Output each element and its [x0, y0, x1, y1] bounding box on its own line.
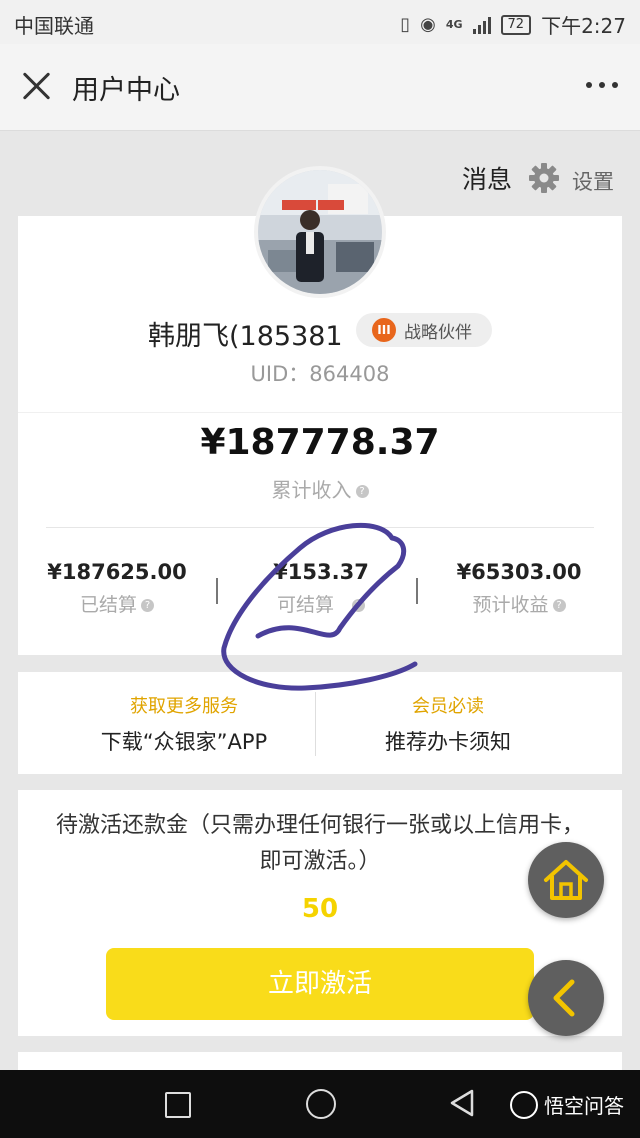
gear-icon[interactable] — [528, 162, 560, 194]
close-icon[interactable] — [20, 70, 52, 102]
watermark-text: 悟空问答 — [544, 1094, 624, 1118]
status-bar: 中国联通 ▯ ◉ 4G 72 下午2:27 — [0, 0, 640, 44]
service-subtitle: 推荐办卡须知 — [385, 730, 511, 754]
help-icon[interactable]: ? — [355, 485, 369, 498]
vibrate-icon: ▯ — [400, 14, 411, 35]
home-circle-icon[interactable] — [306, 1089, 336, 1119]
service-subtitle: 下载“众银家”APP — [100, 730, 268, 754]
watermark: 悟空问答 — [510, 1090, 624, 1119]
brand-logo-icon — [510, 1090, 538, 1119]
available-label: 可结算 — [276, 594, 334, 616]
badge-level-icon: III — [372, 318, 396, 342]
chevron-left-icon — [553, 979, 575, 1017]
avatar-photo — [258, 170, 382, 294]
expected-value: ¥65303.00 — [456, 560, 582, 584]
settings-link[interactable]: 设置 — [572, 166, 614, 196]
settled-value: ¥187625.00 — [47, 560, 187, 584]
back-button[interactable] — [528, 960, 604, 1036]
battery-level: 72 — [500, 14, 532, 35]
stat-separator — [216, 578, 218, 604]
stat-separator — [416, 578, 418, 604]
status-icons: ▯ ◉ 4G 72 下午2:27 — [400, 10, 626, 39]
download-app-link[interactable]: 获取更多服务 下载“众银家”APP — [36, 692, 332, 756]
back-triangle-icon[interactable] — [448, 1088, 476, 1118]
member-notice-link[interactable]: 会员必读 推荐办卡须知 — [300, 692, 596, 756]
page-title: 用户中心 — [72, 75, 180, 106]
more-options-icon[interactable] — [586, 82, 618, 88]
expected-label: 预计收益 — [472, 594, 549, 616]
system-navigation-bar: 悟空问答 — [0, 1070, 640, 1138]
help-icon[interactable]: ? — [552, 599, 566, 612]
help-icon[interactable]: ? — [352, 599, 365, 612]
available-stat: ¥153.37 可结算? — [226, 560, 416, 617]
activate-button[interactable]: 立即激活 — [106, 948, 534, 1020]
settled-stat: ¥187625.00 已结算? — [22, 560, 212, 617]
recent-apps-icon[interactable] — [165, 1092, 191, 1118]
home-icon — [544, 860, 588, 900]
total-income-label-text: 累计收入 — [271, 478, 352, 502]
user-id: UID：864408 — [250, 362, 390, 386]
available-value: ¥153.37 — [273, 560, 369, 584]
clock: 下午2:27 — [541, 14, 626, 38]
total-income-value: ¥187778.37 — [200, 422, 440, 463]
member-badge: III 战略伙伴 — [356, 313, 492, 347]
service-title: 会员必读 — [412, 696, 484, 717]
expected-stat: ¥65303.00 预计收益? — [424, 560, 614, 617]
avatar[interactable] — [258, 170, 382, 294]
badge-label: 战略伙伴 — [404, 322, 472, 343]
service-title: 获取更多服务 — [130, 696, 238, 717]
activation-description: 待激活还款金（只需办理任何银行一张或以上信用卡，即可激活。） — [55, 813, 584, 874]
home-button[interactable] — [528, 842, 604, 918]
network-type: 4G — [445, 18, 463, 31]
signal-icon — [472, 16, 491, 34]
user-name: 韩朋飞(185381 — [148, 321, 343, 352]
navigation-bar: 用户中心 — [0, 44, 640, 131]
help-icon[interactable]: ? — [141, 599, 154, 612]
divider — [46, 527, 594, 528]
eye-icon: ◉ — [420, 14, 436, 35]
settled-label: 已结算 — [79, 594, 137, 616]
total-income-label: 累计收入? — [0, 474, 640, 503]
messages-link[interactable]: 消息 — [462, 160, 512, 196]
carrier-name: 中国联通 — [14, 14, 94, 38]
